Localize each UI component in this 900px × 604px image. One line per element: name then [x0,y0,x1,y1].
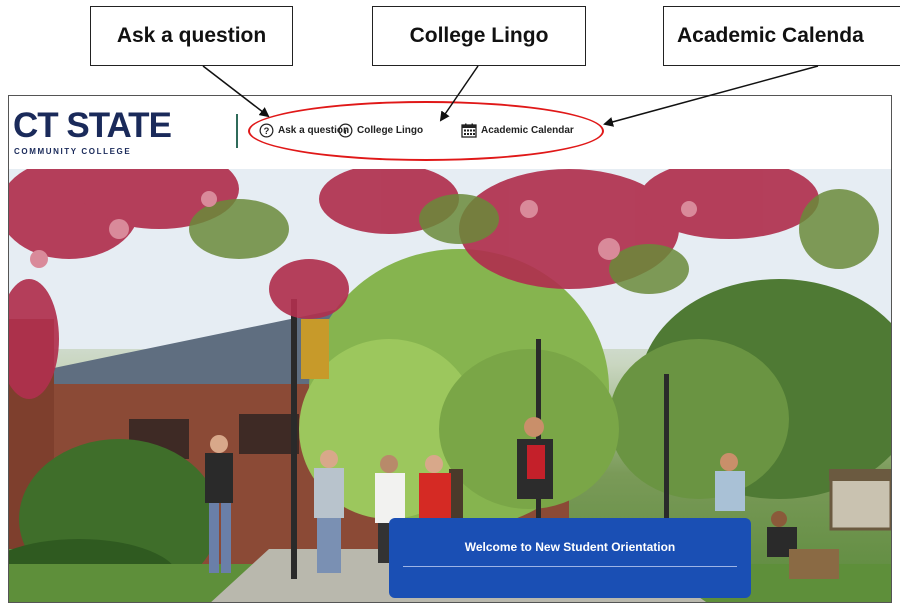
logo-wordmark[interactable]: CT STATE [13,108,172,143]
highlight-oval [248,101,604,161]
callout-college-lingo: College Lingo [372,6,586,66]
header-divider [236,114,238,148]
website-screenshot: CT STATE COMMUNITY COLLEGE ? Ask a quest… [8,95,892,603]
campus-hero-photo: Welcome to New Student Orientation [9,169,891,602]
banner-rule [403,566,737,567]
callout-calendar-label: Academic Calenda [677,24,864,47]
callout-lingo-label: College Lingo [409,24,549,47]
logo-subtitle: COMMUNITY COLLEGE [14,147,132,156]
banner-title: Welcome to New Student Orientation [464,540,676,554]
callout-ask-label: Ask a question [116,24,267,47]
callout-academic-calendar: Academic Calenda [663,6,900,66]
callout-ask-a-question: Ask a question [90,6,293,66]
site-header: CT STATE COMMUNITY COLLEGE ? Ask a quest… [9,96,891,169]
welcome-banner[interactable]: Welcome to New Student Orientation [389,518,751,598]
